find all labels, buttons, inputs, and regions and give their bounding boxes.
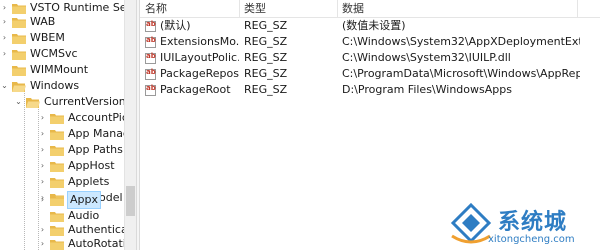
folder-open-icon — [12, 81, 26, 92]
tree-item-wimmount[interactable]: WIMMount — [0, 62, 88, 78]
value-name: ExtensionsMo... — [160, 35, 239, 48]
tree-item-wab[interactable]: › WAB — [0, 14, 55, 30]
registry-string-icon: ab — [145, 68, 156, 80]
value-type: REG_SZ — [244, 35, 288, 48]
value-name-cell: ab PackageRepos... — [145, 66, 239, 82]
folder-icon — [50, 113, 64, 124]
tree-item-label: Windows — [30, 79, 80, 92]
value-data: C:\Windows\System32\AppXDeploymentExten.… — [342, 35, 580, 48]
expand-arrow-icon[interactable]: › — [38, 110, 47, 126]
tree-item-label: App Manag — [68, 127, 124, 140]
list-row[interactable]: ab ExtensionsMo... REG_SZ C:\Windows\Sys… — [140, 34, 600, 50]
folder-icon — [12, 17, 26, 28]
expand-arrow-icon[interactable]: › — [38, 192, 47, 208]
folder-icon — [50, 211, 64, 222]
folder-icon — [12, 49, 26, 60]
value-type: REG_SZ — [244, 51, 288, 64]
registry-string-icon: ab — [145, 20, 156, 32]
tree-item-apphost[interactable]: › AppHost — [38, 158, 115, 174]
collapse-arrow-icon[interactable]: ⌄ — [14, 94, 23, 110]
list-row[interactable]: ab PackageRoot REG_SZ D:\Program Files\W… — [140, 82, 600, 98]
tree-item-label: WIMMount — [30, 63, 89, 76]
tree-item-app-management[interactable]: › App Manag — [38, 126, 124, 142]
tree-item-applets[interactable]: › Applets — [38, 174, 109, 190]
expand-arrow-icon — [0, 62, 9, 78]
value-type: REG_SZ — [244, 67, 288, 80]
tree-item-autorotation[interactable]: › AutoRotatic — [38, 236, 124, 250]
list-header: 名称 类型 数据 — [140, 0, 600, 18]
expand-arrow-icon[interactable]: › — [38, 236, 47, 250]
folder-icon — [50, 195, 64, 206]
value-name-cell: ab ExtensionsMo... — [145, 34, 239, 50]
tree-item-appx[interactable]: › Appx — [38, 191, 101, 209]
value-name-cell: ab IUILayoutPolic... — [145, 50, 239, 66]
folder-icon — [12, 3, 26, 14]
column-header-data[interactable]: 数据 — [337, 0, 577, 17]
folder-icon — [50, 177, 64, 188]
folder-icon — [50, 225, 64, 236]
tree-item-app-paths[interactable]: › App Paths — [38, 142, 123, 158]
folder-icon — [12, 33, 26, 44]
tree-item-wcmsvc[interactable]: › WCMSvc — [0, 46, 78, 62]
expand-arrow-icon[interactable]: › — [38, 126, 47, 142]
value-data: D:\Program Files\WindowsApps — [342, 83, 512, 96]
folder-icon — [50, 161, 64, 172]
registry-string-icon: ab — [145, 36, 156, 48]
collapse-arrow-icon[interactable]: ⌄ — [0, 78, 9, 94]
value-type: REG_SZ — [244, 19, 288, 32]
folder-icon — [50, 239, 64, 250]
tree-item-label: WBEM — [30, 31, 65, 44]
value-name-cell: ab PackageRoot — [145, 82, 239, 98]
expand-arrow-icon[interactable]: › — [0, 30, 9, 46]
registry-string-icon: ab — [145, 52, 156, 64]
tree-item-windows[interactable]: ⌄ Windows — [0, 78, 79, 94]
watermark-url: xitongcheng.com — [488, 234, 575, 245]
tree-item-label: WCMSvc — [30, 47, 78, 60]
value-name: PackageRoot — [160, 83, 231, 96]
value-type: REG_SZ — [244, 83, 288, 96]
folder-open-icon — [26, 97, 40, 108]
tree-item-label: WAB — [30, 15, 56, 28]
tree-item-label: AccountPict — [68, 111, 124, 124]
expand-arrow-icon[interactable]: › — [38, 158, 47, 174]
folder-icon — [50, 145, 64, 156]
registry-key-tree[interactable]: › VSTO Runtime Set › WAB › WBEM › WCMSvc… — [0, 0, 124, 250]
column-divider[interactable] — [577, 0, 578, 17]
value-data: C:\Windows\System32\IUILP.dll — [342, 51, 511, 64]
list-row[interactable]: ab IUILayoutPolic... REG_SZ C:\Windows\S… — [140, 50, 600, 66]
tree-item-label: AutoRotatic — [68, 237, 124, 250]
tree-item-accountpicture[interactable]: › AccountPict — [38, 110, 124, 126]
value-name: IUILayoutPolic... — [160, 51, 239, 64]
tree-vertical-scrollbar[interactable] — [124, 0, 136, 250]
column-header-name[interactable]: 名称 — [140, 0, 239, 17]
expand-arrow-icon[interactable]: › — [38, 142, 47, 158]
list-row[interactable]: ab (默认) REG_SZ (数值未设置) — [140, 18, 600, 34]
value-name: PackageRepos... — [160, 67, 239, 80]
expand-arrow-icon[interactable]: › — [0, 14, 9, 30]
registry-string-icon: ab — [145, 84, 156, 96]
tree-item-label: Applets — [68, 175, 110, 188]
folder-icon — [12, 65, 26, 76]
tree-item-wbem[interactable]: › WBEM — [0, 30, 65, 46]
value-name-cell: ab (默认) — [145, 18, 239, 34]
watermark: 系统城 xitongcheng.com — [448, 200, 598, 250]
value-name: (默认) — [160, 19, 191, 32]
value-data: (数值未设置) — [342, 19, 406, 32]
expand-arrow-icon[interactable]: › — [38, 174, 47, 190]
tree-item-label: Appx — [67, 191, 101, 209]
tree-item-label: CurrentVersion — [44, 95, 124, 108]
tree-item-label: App Paths — [68, 143, 123, 156]
expand-arrow-icon[interactable]: › — [0, 46, 9, 62]
list-row[interactable]: ab PackageRepos... REG_SZ C:\ProgramData… — [140, 66, 600, 82]
watermark-title: 系统城 — [498, 210, 568, 235]
folder-icon — [50, 129, 64, 140]
tree-item-label: AppHost — [68, 159, 115, 172]
tree-item-currentversion[interactable]: ⌄ CurrentVersion — [14, 94, 124, 110]
column-header-type[interactable]: 类型 — [239, 0, 337, 17]
tree-guide-line — [24, 86, 25, 250]
value-data: C:\ProgramData\Microsoft\Windows\AppRep.… — [342, 67, 580, 80]
scrollbar-thumb[interactable] — [126, 186, 135, 216]
